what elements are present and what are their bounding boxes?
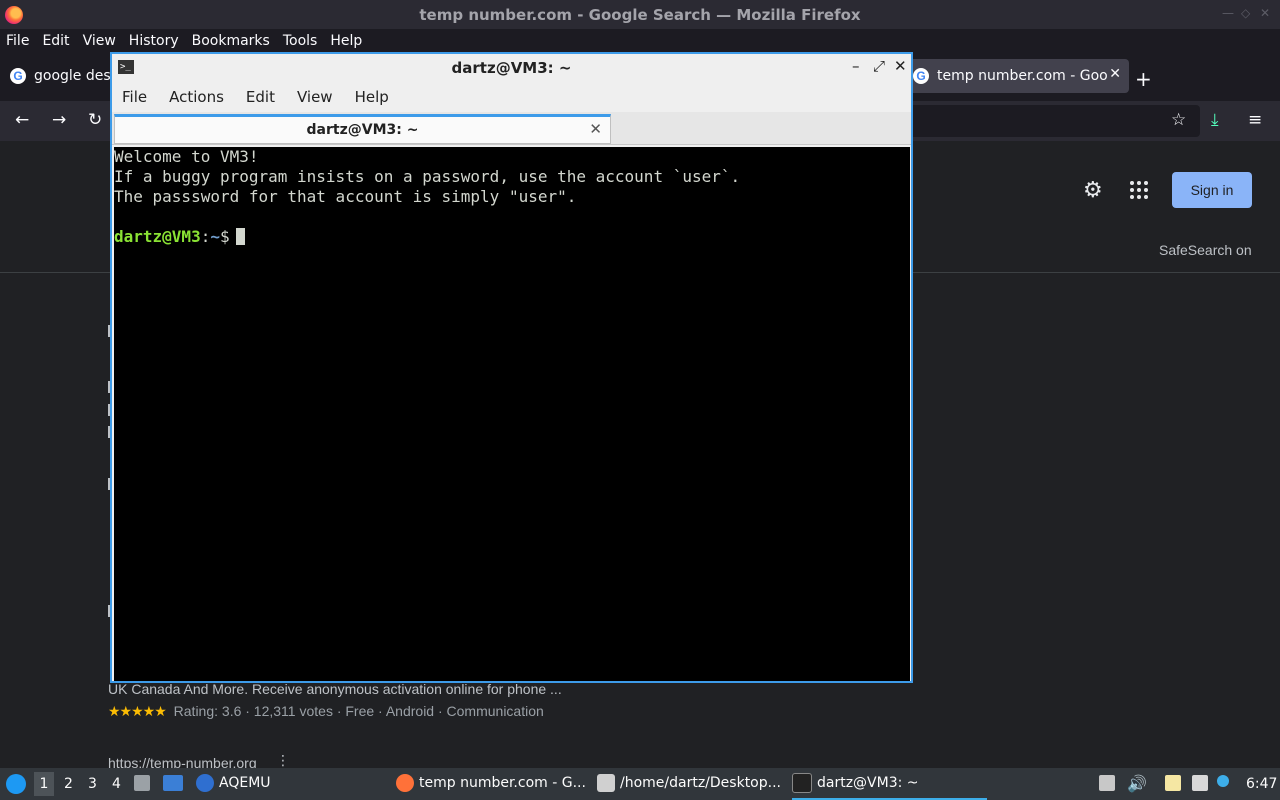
menu-actions[interactable]: Actions	[169, 88, 224, 106]
terminal-titlebar[interactable]: >_ dartz@VM3: ~ – ⤢ ✕	[112, 54, 911, 82]
menu-view[interactable]: View	[297, 88, 333, 106]
tab-label: temp number.com - Goo	[937, 68, 1108, 84]
close-icon[interactable]: ✕	[894, 57, 907, 75]
forward-icon[interactable]: →	[52, 110, 66, 130]
task-label: temp number.com - G...	[419, 775, 586, 791]
minimize-icon[interactable]: —	[1222, 6, 1234, 20]
output-line: Welcome to VM3!	[114, 147, 259, 166]
maximize-icon[interactable]: ◇	[1241, 6, 1250, 20]
new-tab-icon[interactable]: +	[1135, 67, 1152, 91]
task-terminal[interactable]: dartz@VM3: ~	[792, 768, 987, 800]
show-desktop-icon[interactable]	[163, 775, 183, 791]
output-line: The passsword for that account is simply…	[114, 187, 577, 206]
result-snippet: UK Canada And More. Receive anonymous ac…	[108, 681, 562, 697]
terminal-tab-label: dartz@VM3: ~	[306, 122, 419, 138]
sign-in-button[interactable]: Sign in	[1172, 172, 1252, 208]
notification-icon[interactable]	[1217, 775, 1229, 787]
close-icon[interactable]: ✕	[1260, 6, 1270, 20]
menu-edit[interactable]: Edit	[42, 33, 69, 49]
close-tab-icon[interactable]: ✕	[589, 120, 602, 138]
clock[interactable]: 6:47	[1246, 776, 1277, 792]
download-icon[interactable]: ⤓	[1211, 110, 1219, 130]
task-editor[interactable]: /home/dartz/Desktop...	[597, 768, 781, 798]
settings-gear-icon[interactable]: ⚙	[1083, 178, 1103, 203]
close-tab-icon[interactable]: ✕	[1109, 66, 1121, 82]
prompt-path: ~	[210, 227, 220, 246]
result-rating: ★★★★★ Rating: 3.6 · 12,311 votes · Free …	[108, 703, 544, 720]
aqemu-icon	[196, 774, 214, 792]
network-icon[interactable]	[1192, 775, 1208, 791]
menu-help[interactable]: Help	[330, 33, 362, 49]
task-aqemu[interactable]: AQEMU	[196, 768, 271, 798]
volume-icon[interactable]: 🔊	[1127, 774, 1147, 793]
maximize-icon[interactable]: ⤢	[873, 57, 885, 75]
prompt-separator: :	[200, 227, 211, 246]
eject-icon[interactable]	[1099, 775, 1115, 791]
task-label: dartz@VM3: ~	[817, 775, 919, 791]
text-cursor	[235, 228, 245, 245]
workspace-1[interactable]: 1	[34, 772, 54, 796]
tab-label: google desk	[34, 68, 119, 84]
terminal-icon	[792, 773, 812, 793]
text-editor-icon	[597, 774, 615, 792]
menu-help[interactable]: Help	[355, 88, 389, 106]
file-manager-icon[interactable]	[134, 775, 150, 791]
menu-file[interactable]: File	[122, 88, 147, 106]
more-options-icon[interactable]: ⋮	[276, 753, 290, 769]
workspace-3[interactable]: 3	[88, 776, 97, 792]
menu-view[interactable]: View	[83, 33, 116, 49]
bookmark-star-icon[interactable]: ☆	[1171, 110, 1186, 130]
menu-history[interactable]: History	[129, 33, 179, 49]
tab-google-desk[interactable]: G google desk	[10, 59, 119, 93]
task-firefox[interactable]: temp number.com - G...	[396, 768, 586, 798]
terminal-tabbar: dartz@VM3: ~ ✕	[112, 112, 911, 145]
rating-stars-icon: ★★★★★	[108, 703, 167, 719]
terminal-window-title: dartz@VM3: ~	[451, 59, 572, 77]
prompt-user: dartz@VM3	[114, 227, 201, 246]
tab-temp-number[interactable]: G temp number.com - Goo ✕	[905, 59, 1129, 93]
menu-bookmarks[interactable]: Bookmarks	[192, 33, 270, 49]
google-icon: G	[10, 68, 26, 84]
menu-tools[interactable]: Tools	[283, 33, 318, 49]
firefox-icon	[396, 774, 414, 792]
workspace-4[interactable]: 4	[112, 776, 121, 792]
firefox-window-title: temp number.com - Google Search — Mozill…	[419, 6, 861, 24]
firefox-titlebar: temp number.com - Google Search — Mozill…	[0, 0, 1280, 29]
taskbar: 1 2 3 4 AQEMU temp number.com - G... /ho…	[0, 768, 1280, 800]
rating-text: Rating: 3.6 · 12,311 votes · Free · Andr…	[173, 703, 544, 719]
terminal-tab[interactable]: dartz@VM3: ~ ✕	[114, 114, 611, 144]
terminal-menubar: File Actions Edit View Help	[112, 82, 911, 112]
firefox-menubar: File Edit View History Bookmarks Tools H…	[0, 29, 1280, 53]
terminal-window[interactable]: >_ dartz@VM3: ~ – ⤢ ✕ File Actions Edit …	[110, 52, 913, 683]
google-icon: G	[913, 68, 929, 84]
safesearch-status[interactable]: SafeSearch on	[1159, 242, 1252, 258]
reload-icon[interactable]: ↻	[88, 110, 102, 130]
hamburger-menu-icon[interactable]: ≡	[1248, 110, 1262, 130]
minimize-icon[interactable]: –	[852, 57, 860, 75]
menu-edit[interactable]: Edit	[246, 88, 275, 106]
apps-grid-icon[interactable]	[1130, 181, 1148, 199]
workspace-2[interactable]: 2	[64, 776, 73, 792]
back-icon[interactable]: ←	[15, 110, 29, 130]
output-line: If a buggy program insists on a password…	[114, 167, 741, 186]
task-label: AQEMU	[219, 775, 271, 791]
prompt-char: $	[219, 227, 230, 246]
prompt-line[interactable]: dartz@VM3:~$	[114, 227, 910, 247]
menu-file[interactable]: File	[6, 33, 29, 49]
task-label: /home/dartz/Desktop...	[620, 775, 781, 791]
application-launcher-icon[interactable]	[6, 774, 26, 794]
terminal-output[interactable]: Welcome to VM3! If a buggy program insis…	[114, 147, 910, 681]
clipboard-icon[interactable]	[1165, 775, 1181, 791]
